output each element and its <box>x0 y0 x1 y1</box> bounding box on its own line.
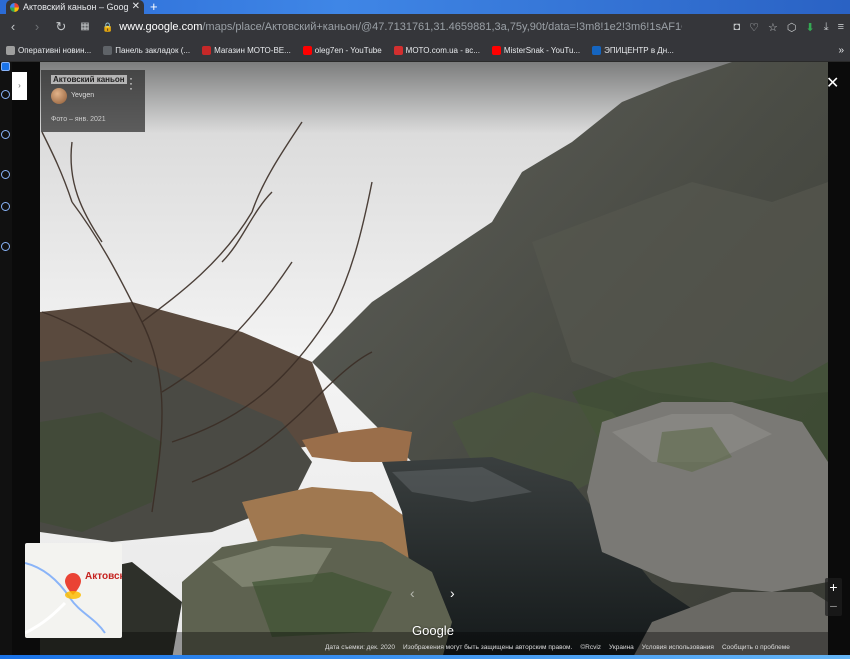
zoom-out-button[interactable]: − <box>825 597 842 616</box>
previous-photo-arrow-icon[interactable]: ‹ <box>410 585 415 601</box>
back-icon[interactable]: ‹ <box>6 20 20 34</box>
bookmark-label: ЭПИЦЕНТР в Дн... <box>604 46 674 55</box>
lock-icon: 🔒 <box>102 21 114 32</box>
url-path: /maps/place/Актовский+каньон/@47.7131761… <box>202 21 682 33</box>
star-icon[interactable]: ☆ <box>768 21 778 34</box>
zoom-in-button[interactable]: + <box>825 578 842 597</box>
footer-item: Украина <box>609 644 634 651</box>
footer-item[interactable]: Сообщить о проблеме <box>722 644 790 655</box>
footer-item: ©Rcviz <box>580 644 602 651</box>
canyon-photo <box>12 62 850 659</box>
bookmark-label: Магазин МОТО-ВЕ... <box>214 46 291 55</box>
bookmark-item[interactable]: MOTO.com.ua - вс... <box>393 46 480 55</box>
mini-map[interactable]: Актовск <box>25 543 122 638</box>
bookmark-label: MOTO.com.ua - вс... <box>405 46 480 55</box>
side-icon[interactable] <box>1 62 10 71</box>
bookmark-label: MisterSnak - YouTu... <box>503 46 581 55</box>
new-tab-button[interactable]: + <box>150 0 158 13</box>
footer-item: Изображения могут быть защищены авторски… <box>403 644 573 651</box>
street-view-panorama[interactable] <box>12 62 850 659</box>
pegman-icon <box>65 591 81 599</box>
photo-date: Фото – янв. 2021 <box>51 116 106 123</box>
close-street-view-button[interactable]: ✕ <box>826 76 839 92</box>
mini-map-graphic <box>25 562 106 635</box>
side-panel-strip <box>0 62 12 659</box>
bookmark-favicon-icon <box>103 46 113 55</box>
bookmark-favicon-icon <box>393 46 403 55</box>
tab-close-icon[interactable]: ✕ <box>132 2 140 12</box>
forward-icon[interactable]: › <box>30 20 44 34</box>
side-icon[interactable] <box>1 202 10 211</box>
downloads-icon[interactable]: ⤓ <box>824 21 829 34</box>
bookmarks-more-icon[interactable]: » <box>838 45 844 56</box>
expand-panel-button[interactable]: › <box>12 72 27 100</box>
side-icon[interactable] <box>1 242 10 251</box>
download-arrow-icon[interactable]: ⬇ <box>805 21 814 34</box>
bookmark-favicon-icon <box>202 46 212 55</box>
tab-title: Актовский каньон – Goog <box>23 2 128 12</box>
bookmark-item[interactable]: Магазин МОТО-ВЕ... <box>202 46 291 55</box>
bookmark-item[interactable]: Панель закладок (... <box>103 46 190 55</box>
bookmark-favicon-icon <box>6 46 15 55</box>
address-bar[interactable]: 🔒 www.google.com/maps/place/Актовский+ка… <box>102 21 682 33</box>
apps-grid-icon[interactable]: ▦ <box>78 20 92 34</box>
reload-icon[interactable]: ↻ <box>54 20 68 34</box>
bookmark-item[interactable]: ЭПИЦЕНТР в Дн... <box>592 46 674 55</box>
author-name[interactable]: Yevgen <box>71 92 94 99</box>
bookmark-label: Оперативні новин... <box>18 46 92 55</box>
browser-toolbar: ‹ › ↻ ▦ 🔒 www.google.com/maps/place/Акто… <box>0 14 850 40</box>
toolbar-actions: ◘ ♡ ☆ ⬡ ⬇ ⤓ ≡ <box>733 21 844 34</box>
bookmark-favicon-icon <box>302 46 312 55</box>
bookmark-favicon-icon <box>592 46 602 55</box>
zoom-control: + − <box>825 578 842 616</box>
bookmark-item[interactable]: oleg7en - YouTube <box>302 46 382 55</box>
side-icon[interactable] <box>1 170 10 179</box>
browser-tab-bar: Актовский каньон – Goog ✕ + <box>0 0 850 14</box>
side-icon[interactable] <box>1 90 10 99</box>
attribution-footer: Дата съемки: дек. 2020 Изображения могут … <box>325 644 845 655</box>
google-logo: Google <box>412 623 454 638</box>
footer-item: Дата съемки: дек. 2020 <box>325 644 396 651</box>
bookmark-item[interactable]: MisterSnak - YouTu... <box>491 46 581 55</box>
bookmark-label: oleg7en - YouTube <box>314 46 382 55</box>
footer-item[interactable]: Условия использования <box>642 644 714 655</box>
mini-map-label: Актовск <box>85 571 122 582</box>
menu-icon[interactable]: ≡ <box>838 21 844 33</box>
heart-icon[interactable]: ♡ <box>749 21 759 34</box>
bookmark-item[interactable]: Оперативні новин... <box>6 46 91 55</box>
author-avatar[interactable] <box>51 88 67 104</box>
extension-icon[interactable]: ⬡ <box>787 21 797 34</box>
side-icon[interactable] <box>1 130 10 139</box>
os-taskbar <box>0 655 850 659</box>
more-options-icon[interactable]: · · · <box>128 72 134 94</box>
browser-tab[interactable]: Актовский каньон – Goog ✕ <box>6 0 144 14</box>
bookmarks-bar: Оперативні новин... Панель закладок (... М… <box>0 40 850 62</box>
place-title[interactable]: Актовский каньон <box>51 75 127 84</box>
bookmark-favicon-icon <box>491 46 501 55</box>
url-host: www.google.com <box>119 21 203 33</box>
bookmark-label: Панель закладок (... <box>115 46 191 55</box>
screen: Актовский каньон – Goog ✕ + ‹ › ↻ ▦ 🔒 ww… <box>0 0 850 659</box>
next-photo-arrow-icon[interactable]: › <box>450 585 455 601</box>
camera-icon[interactable]: ◘ <box>733 21 740 33</box>
maps-favicon-icon <box>10 2 19 12</box>
